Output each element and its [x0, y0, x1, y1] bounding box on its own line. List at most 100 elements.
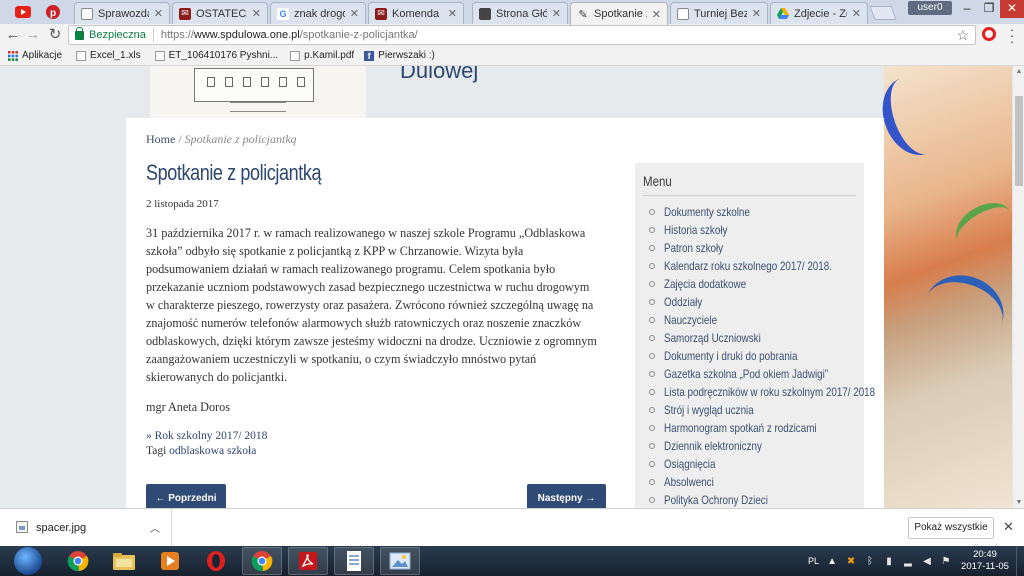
menu-item[interactable]: Strój i wygląd ucznia: [649, 401, 921, 419]
taskbar-app-active[interactable]: [380, 547, 420, 575]
tab-turniej[interactable]: Turniej Bezpie ✕: [670, 2, 768, 24]
bookmark-pierwszaki[interactable]: f Pierwszaki :): [364, 50, 435, 61]
tab-znak-drogowy[interactable]: G znak drogowy ✕: [270, 2, 366, 24]
chevron-up-icon[interactable]: ▲: [826, 555, 838, 567]
menu-item[interactable]: Lista podręczników w roku szkolnym 2017/…: [649, 383, 921, 401]
forward-arrow-icon[interactable]: →: [24, 26, 42, 44]
tab-close-icon[interactable]: ✕: [752, 7, 761, 20]
menu-item-label[interactable]: Samorząd Uczniowski: [664, 331, 761, 345]
taskbar-app[interactable]: [150, 547, 190, 575]
taskbar-app[interactable]: [196, 547, 236, 575]
taskbar-app-active[interactable]: [242, 547, 282, 575]
start-button[interactable]: [14, 547, 42, 575]
scroll-up-arrow-icon[interactable]: ▲: [1013, 68, 1024, 75]
category-link[interactable]: Rok szkolny 2017/ 2018: [155, 430, 268, 442]
tab-sprawozdanie[interactable]: Sprawozdanie ✕: [74, 2, 170, 24]
opera-extension-icon[interactable]: [982, 27, 996, 41]
bluetooth-icon[interactable]: ᛒ: [864, 555, 876, 567]
menu-item[interactable]: Polityka Ochrony Dzieci: [649, 491, 921, 508]
menu-item-label[interactable]: Dokumenty i druki do pobrania: [664, 349, 797, 363]
bookmark-apps[interactable]: Aplikacje: [8, 50, 62, 61]
tab-close-icon[interactable]: ✕: [350, 7, 359, 20]
taskbar-app[interactable]: [104, 547, 144, 575]
menu-item[interactable]: Kalendarz roku szkolnego 2017/ 2018.: [649, 257, 921, 275]
shield-icon[interactable]: ✖: [845, 555, 857, 567]
menu-item-label[interactable]: Polityka Ochrony Dzieci: [664, 493, 768, 507]
breadcrumb-home-link[interactable]: Home: [146, 132, 175, 146]
menu-item[interactable]: Dokumenty i druki do pobrania: [649, 347, 921, 365]
system-clock[interactable]: 20:49 2017-11-05: [958, 549, 1012, 573]
menu-item[interactable]: Zajęcia dodatkowe: [649, 275, 921, 293]
chevron-up-icon[interactable]: ︿: [150, 520, 160, 535]
tab-strona-glowna[interactable]: Strona Główna ✕: [472, 2, 568, 24]
volume-icon[interactable]: ◀: [921, 555, 933, 567]
youtube-icon[interactable]: [14, 4, 32, 20]
show-all-downloads-button[interactable]: Pokaż wszystkie: [908, 517, 994, 539]
battery-icon[interactable]: ▮: [883, 555, 895, 567]
bookmark-et[interactable]: ET_106410176 Pyshni...: [154, 50, 278, 61]
tag-link[interactable]: odblaskowa szkoła: [169, 445, 256, 457]
menu-item-label[interactable]: Dziennik elektroniczny: [664, 439, 762, 453]
language-indicator[interactable]: PL: [808, 556, 819, 566]
menu-item-label[interactable]: Lista podręczników w roku szkolnym 2017/…: [664, 385, 875, 399]
previous-post-button[interactable]: ← Poprzedni: [146, 484, 226, 508]
browser-menu-icon[interactable]: · · ·: [1008, 22, 1016, 48]
taskbar-app[interactable]: [58, 547, 98, 575]
scrollbar-thumb[interactable]: [1015, 96, 1023, 186]
menu-item[interactable]: Harmonogram spotkań z rodzicami: [649, 419, 921, 437]
menu-item-label[interactable]: Dokumenty szkolne: [664, 205, 750, 219]
tab-close-icon[interactable]: ✕: [852, 7, 861, 20]
menu-item-label[interactable]: Nauczyciele: [664, 313, 717, 327]
menu-item-label[interactable]: Patron szkoły: [664, 241, 723, 255]
school-building-logo[interactable]: [150, 66, 366, 118]
download-item[interactable]: spacer.jpg ︿: [0, 509, 172, 546]
bookmark-pkamil[interactable]: p.Kamil.pdf: [290, 50, 354, 61]
menu-item[interactable]: Dokumenty szkolne: [649, 203, 921, 221]
post-title[interactable]: Spotkanie z policjantką: [146, 160, 322, 186]
menu-item[interactable]: Oddziały: [649, 293, 921, 311]
tab-close-icon[interactable]: ✕: [552, 7, 561, 20]
user-profile-badge[interactable]: user0: [908, 1, 952, 15]
minimize-button[interactable]: –: [956, 0, 978, 18]
taskbar-app-active[interactable]: [334, 547, 374, 575]
new-tab-button[interactable]: [869, 6, 897, 20]
menu-item-label[interactable]: Gazetka szkolna „Pod okiem Jadwigi”: [664, 367, 828, 381]
menu-item[interactable]: Absolwenci: [649, 473, 921, 491]
menu-item[interactable]: Nauczyciele: [649, 311, 921, 329]
menu-item-label[interactable]: Strój i wygląd ucznia: [664, 403, 754, 417]
menu-item-label[interactable]: Kalendarz roku szkolnego 2017/ 2018.: [664, 259, 832, 273]
menu-item[interactable]: Gazetka szkolna „Pod okiem Jadwigi”: [649, 365, 921, 383]
network-icon[interactable]: ▂: [902, 555, 914, 567]
tab-close-icon[interactable]: ✕: [154, 7, 163, 20]
menu-item[interactable]: Samorząd Uczniowski: [649, 329, 921, 347]
bookmark-excel[interactable]: Excel_1.xls: [76, 50, 141, 61]
taskbar-app-active[interactable]: [288, 547, 328, 575]
menu-item-label[interactable]: Historia szkoły: [664, 223, 727, 237]
flag-icon[interactable]: ⚑: [940, 555, 952, 567]
reload-icon[interactable]: ↻: [46, 26, 64, 44]
close-icon[interactable]: ✕: [1003, 519, 1014, 535]
next-post-button[interactable]: Następny →: [527, 484, 606, 508]
menu-item[interactable]: Historia szkoły: [649, 221, 921, 239]
tab-ostateczne[interactable]: ✉ OSTATECZNE ✕: [172, 2, 268, 24]
address-bar[interactable]: Bezpieczna https://www.spdulowa.one.pl/s…: [68, 25, 976, 45]
menu-item-label[interactable]: Harmonogram spotkań z rodzicami: [664, 421, 817, 435]
tab-close-icon[interactable]: ✕: [652, 8, 661, 21]
menu-item-label[interactable]: Oddziały: [664, 295, 702, 309]
menu-item[interactable]: Dziennik elektroniczny: [649, 437, 921, 455]
tab-zdjecie[interactable]: Zdjecie - Zdję ✕: [770, 2, 868, 24]
menu-item-label[interactable]: Osiągnięcia: [664, 457, 715, 471]
menu-item[interactable]: Patron szkoły: [649, 239, 921, 257]
page-scrollbar[interactable]: ▲ ▼: [1012, 66, 1024, 508]
scroll-down-arrow-icon[interactable]: ▼: [1013, 499, 1024, 506]
menu-item-label[interactable]: Zajęcia dodatkowe: [664, 277, 746, 291]
menu-item-label[interactable]: Absolwenci: [664, 475, 714, 489]
download-filename[interactable]: spacer.jpg: [36, 522, 86, 534]
site-title[interactable]: Dulowej: [400, 66, 478, 84]
show-desktop-button[interactable]: [1016, 546, 1024, 576]
restore-button[interactable]: ❐: [978, 0, 1000, 18]
pinterest-icon[interactable]: p: [44, 4, 62, 20]
tab-komenda[interactable]: ✉ Komenda Pow ✕: [368, 2, 464, 24]
tab-close-icon[interactable]: ✕: [448, 7, 457, 20]
menu-item[interactable]: Osiągnięcia: [649, 455, 921, 473]
